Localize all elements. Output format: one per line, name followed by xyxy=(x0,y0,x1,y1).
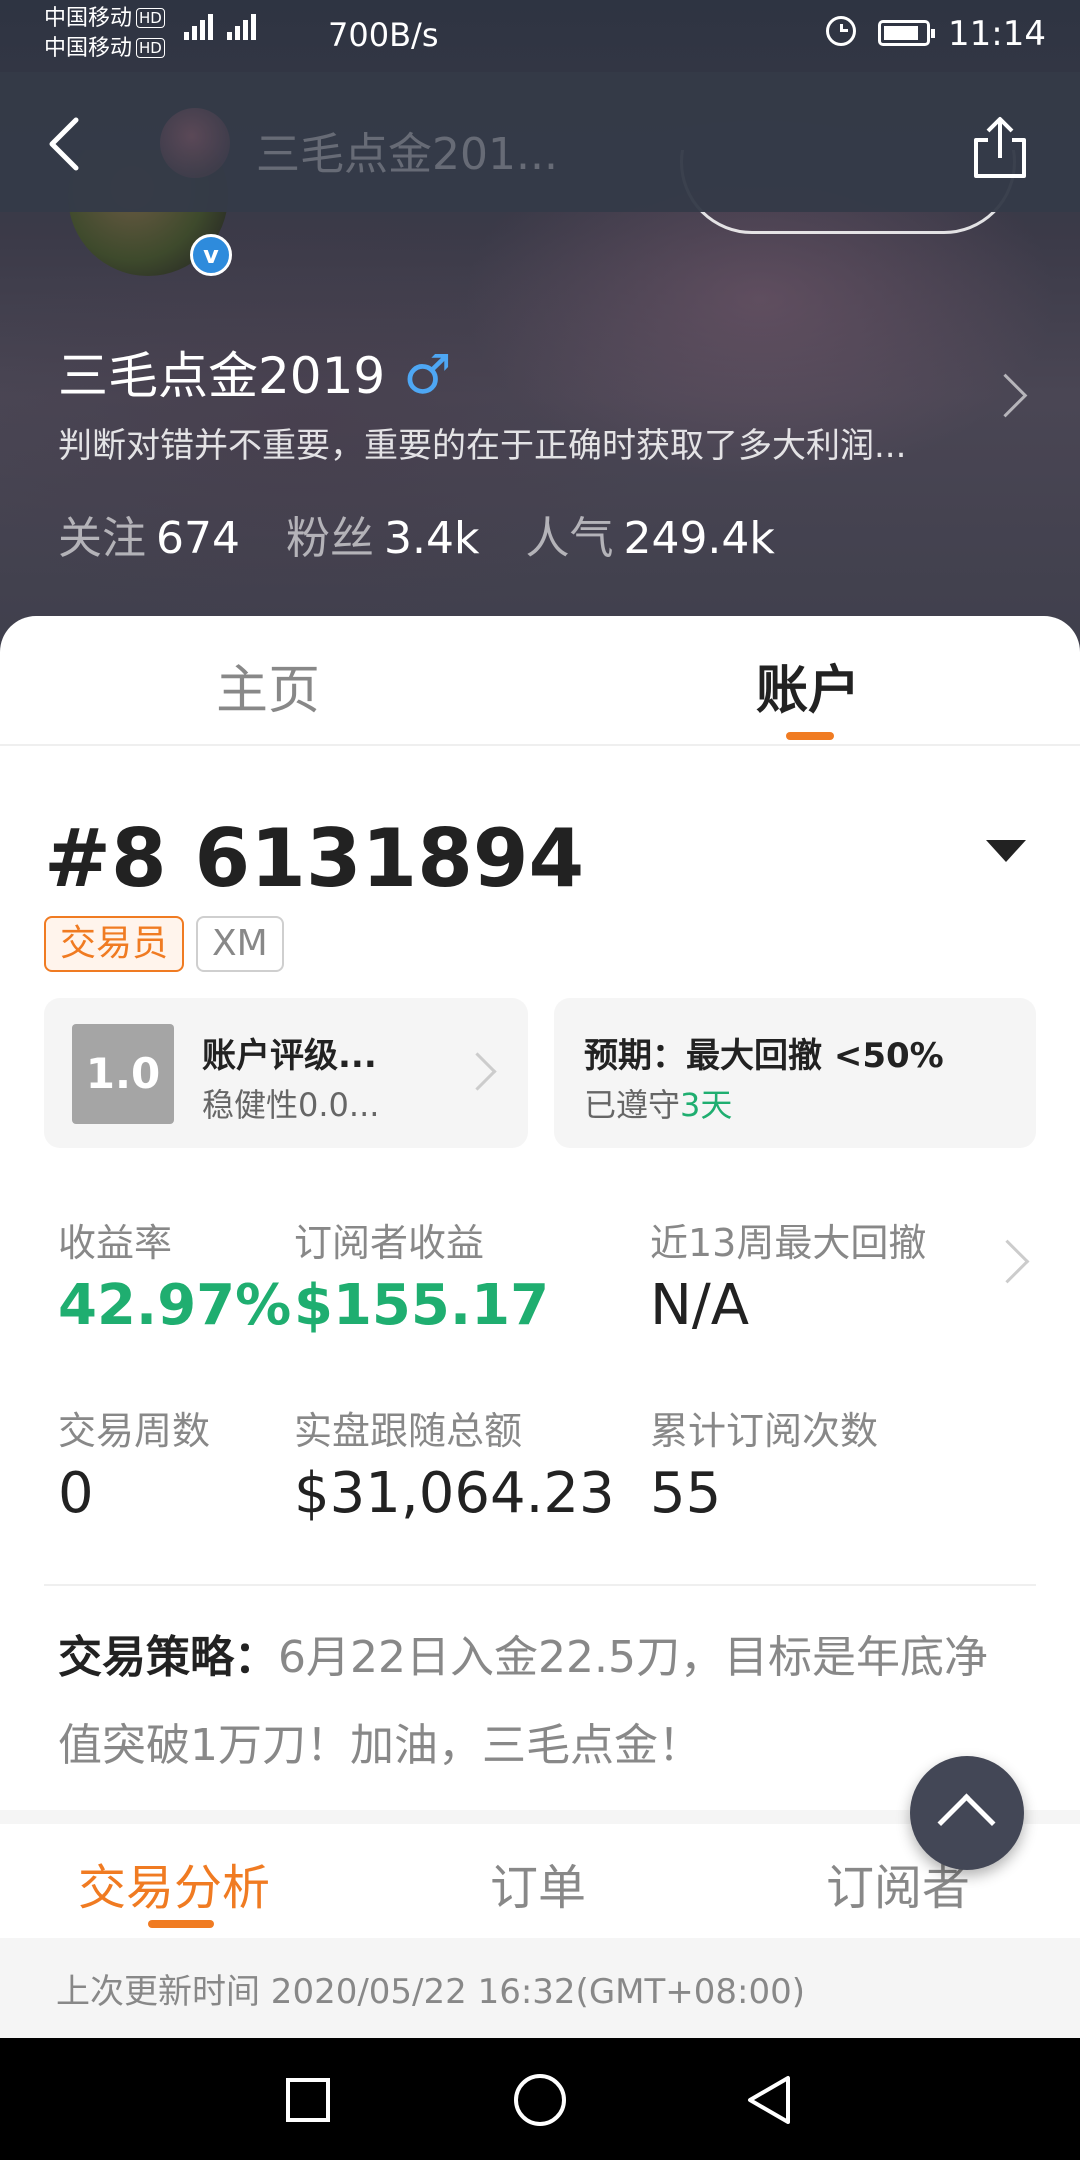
carrier-info: 中国移动 HD 中国移动 HD xyxy=(44,4,165,64)
top-nav-bar: 三毛点金201... xyxy=(0,72,1080,212)
hd-badge-2: HD xyxy=(136,38,165,58)
tab-orders[interactable]: 订单 xyxy=(490,1848,586,1918)
rating-subtitle: 稳健性0.0... xyxy=(202,1086,380,1124)
last-update-text: 上次更新时间 2020/05/22 16:32(GMT+08:00) xyxy=(56,1972,806,2012)
badge-trader: 交易员 xyxy=(44,916,185,972)
chevron-up-icon xyxy=(937,1793,996,1852)
status-bar: 中国移动 HD 中国移动 HD 700B/s 11:14 xyxy=(0,0,1080,72)
metric-max-drawdown[interactable]: 近13周最大回撤 N/A xyxy=(650,1212,926,1338)
tab-indicator xyxy=(786,732,834,740)
tab-trade-analysis[interactable]: 交易分析 xyxy=(78,1848,270,1918)
profile-tabs: 主页 账户 xyxy=(0,616,1080,746)
expectation-title: 预期：最大回撤 <50% xyxy=(584,1036,944,1076)
caret-down-icon[interactable] xyxy=(986,840,1026,862)
system-navigation-bar xyxy=(0,2038,1080,2160)
divider xyxy=(44,1584,1036,1586)
subscriber-profit-value: $155.17 xyxy=(294,1273,550,1338)
metric-trading-weeks: 交易周数 0 xyxy=(58,1409,211,1526)
tab-account[interactable]: 账户 xyxy=(756,648,860,723)
profile-name-row: 三毛点金2019 ♂ xyxy=(58,336,452,408)
metric-subscriptions: 累计订阅次数 55 xyxy=(650,1409,879,1526)
alarm-icon xyxy=(826,16,856,46)
return-rate-value: 42.97% xyxy=(58,1273,292,1338)
signal-icon xyxy=(184,14,256,40)
metric-return-rate: 收益率 42.97% xyxy=(58,1221,292,1338)
tab-home[interactable]: 主页 xyxy=(216,648,320,723)
stat-following[interactable]: 关注 674 xyxy=(58,502,240,566)
carrier-1: 中国移动 xyxy=(44,6,133,31)
nav-avatar xyxy=(160,108,230,178)
scroll-to-top-button[interactable] xyxy=(910,1756,1024,1870)
copy-total-value: $31,064.23 xyxy=(294,1461,615,1526)
network-speed: 700B/s xyxy=(328,16,439,54)
carrier-2: 中国移动 xyxy=(44,36,133,61)
chevron-right-icon[interactable] xyxy=(983,373,1028,418)
hd-badge-1: HD xyxy=(136,8,165,28)
verified-icon: v xyxy=(190,234,232,276)
profile-stats: 关注 674 粉丝 3.4k 人气 249.4k xyxy=(58,502,775,566)
recent-apps-icon[interactable] xyxy=(286,2078,330,2122)
gender-male-icon: ♂ xyxy=(403,343,452,406)
account-id: #8 6131894 xyxy=(44,812,585,905)
profile-name: 三毛点金2019 xyxy=(58,347,386,405)
stat-followers[interactable]: 粉丝 3.4k xyxy=(286,502,479,566)
chevron-right-icon xyxy=(458,1052,497,1091)
rating-score: 1.0 xyxy=(72,1024,174,1124)
nav-title: 三毛点金201... xyxy=(256,129,558,180)
subtab-indicator xyxy=(148,1920,214,1928)
expectation-card: 预期：最大回撤 <50% 已遵守3天 xyxy=(554,998,1036,1148)
trading-strategy: 交易策略：6月22日入金22.5刀，目标是年底净值突破1万刀！加油，三毛点金！ xyxy=(58,1614,1018,1790)
expectation-kept: 已遵守3天 xyxy=(584,1086,733,1124)
metric-subscriber-profit: 订阅者收益 $155.17 xyxy=(294,1221,550,1338)
rating-title: 账户评级... xyxy=(202,1036,377,1076)
clock: 11:14 xyxy=(948,14,1046,54)
badge-broker: XM xyxy=(196,916,284,972)
trading-weeks-value: 0 xyxy=(58,1461,94,1526)
subscriptions-value: 55 xyxy=(650,1461,722,1526)
home-icon[interactable] xyxy=(514,2074,566,2126)
strategy-label: 交易策略： xyxy=(58,1632,278,1683)
last-update-bar: 上次更新时间 2020/05/22 16:32(GMT+08:00) xyxy=(0,1938,1080,2038)
max-drawdown-value: N/A xyxy=(650,1273,750,1338)
system-back-icon[interactable] xyxy=(744,2074,796,2126)
kept-days: 3天 xyxy=(680,1086,733,1124)
battery-icon xyxy=(878,20,935,46)
account-rating-card[interactable]: 1.0 账户评级... 稳健性0.0... xyxy=(44,998,528,1148)
chevron-right-icon[interactable] xyxy=(985,1239,1030,1284)
profile-bio[interactable]: 判断对错并不重要，重要的在于正确时获取了多大利润... xyxy=(58,418,906,467)
stat-popularity: 人气 249.4k xyxy=(525,513,775,564)
profile-header: 中国移动 HD 中国移动 HD 700B/s 11:14 v 三毛点金201... … xyxy=(0,0,1080,660)
back-icon[interactable] xyxy=(38,114,98,174)
metric-copy-total: 实盘跟随总额 $31,064.23 xyxy=(294,1409,615,1526)
share-icon[interactable] xyxy=(970,116,1030,180)
account-badges: 交易员 XM xyxy=(44,916,284,972)
